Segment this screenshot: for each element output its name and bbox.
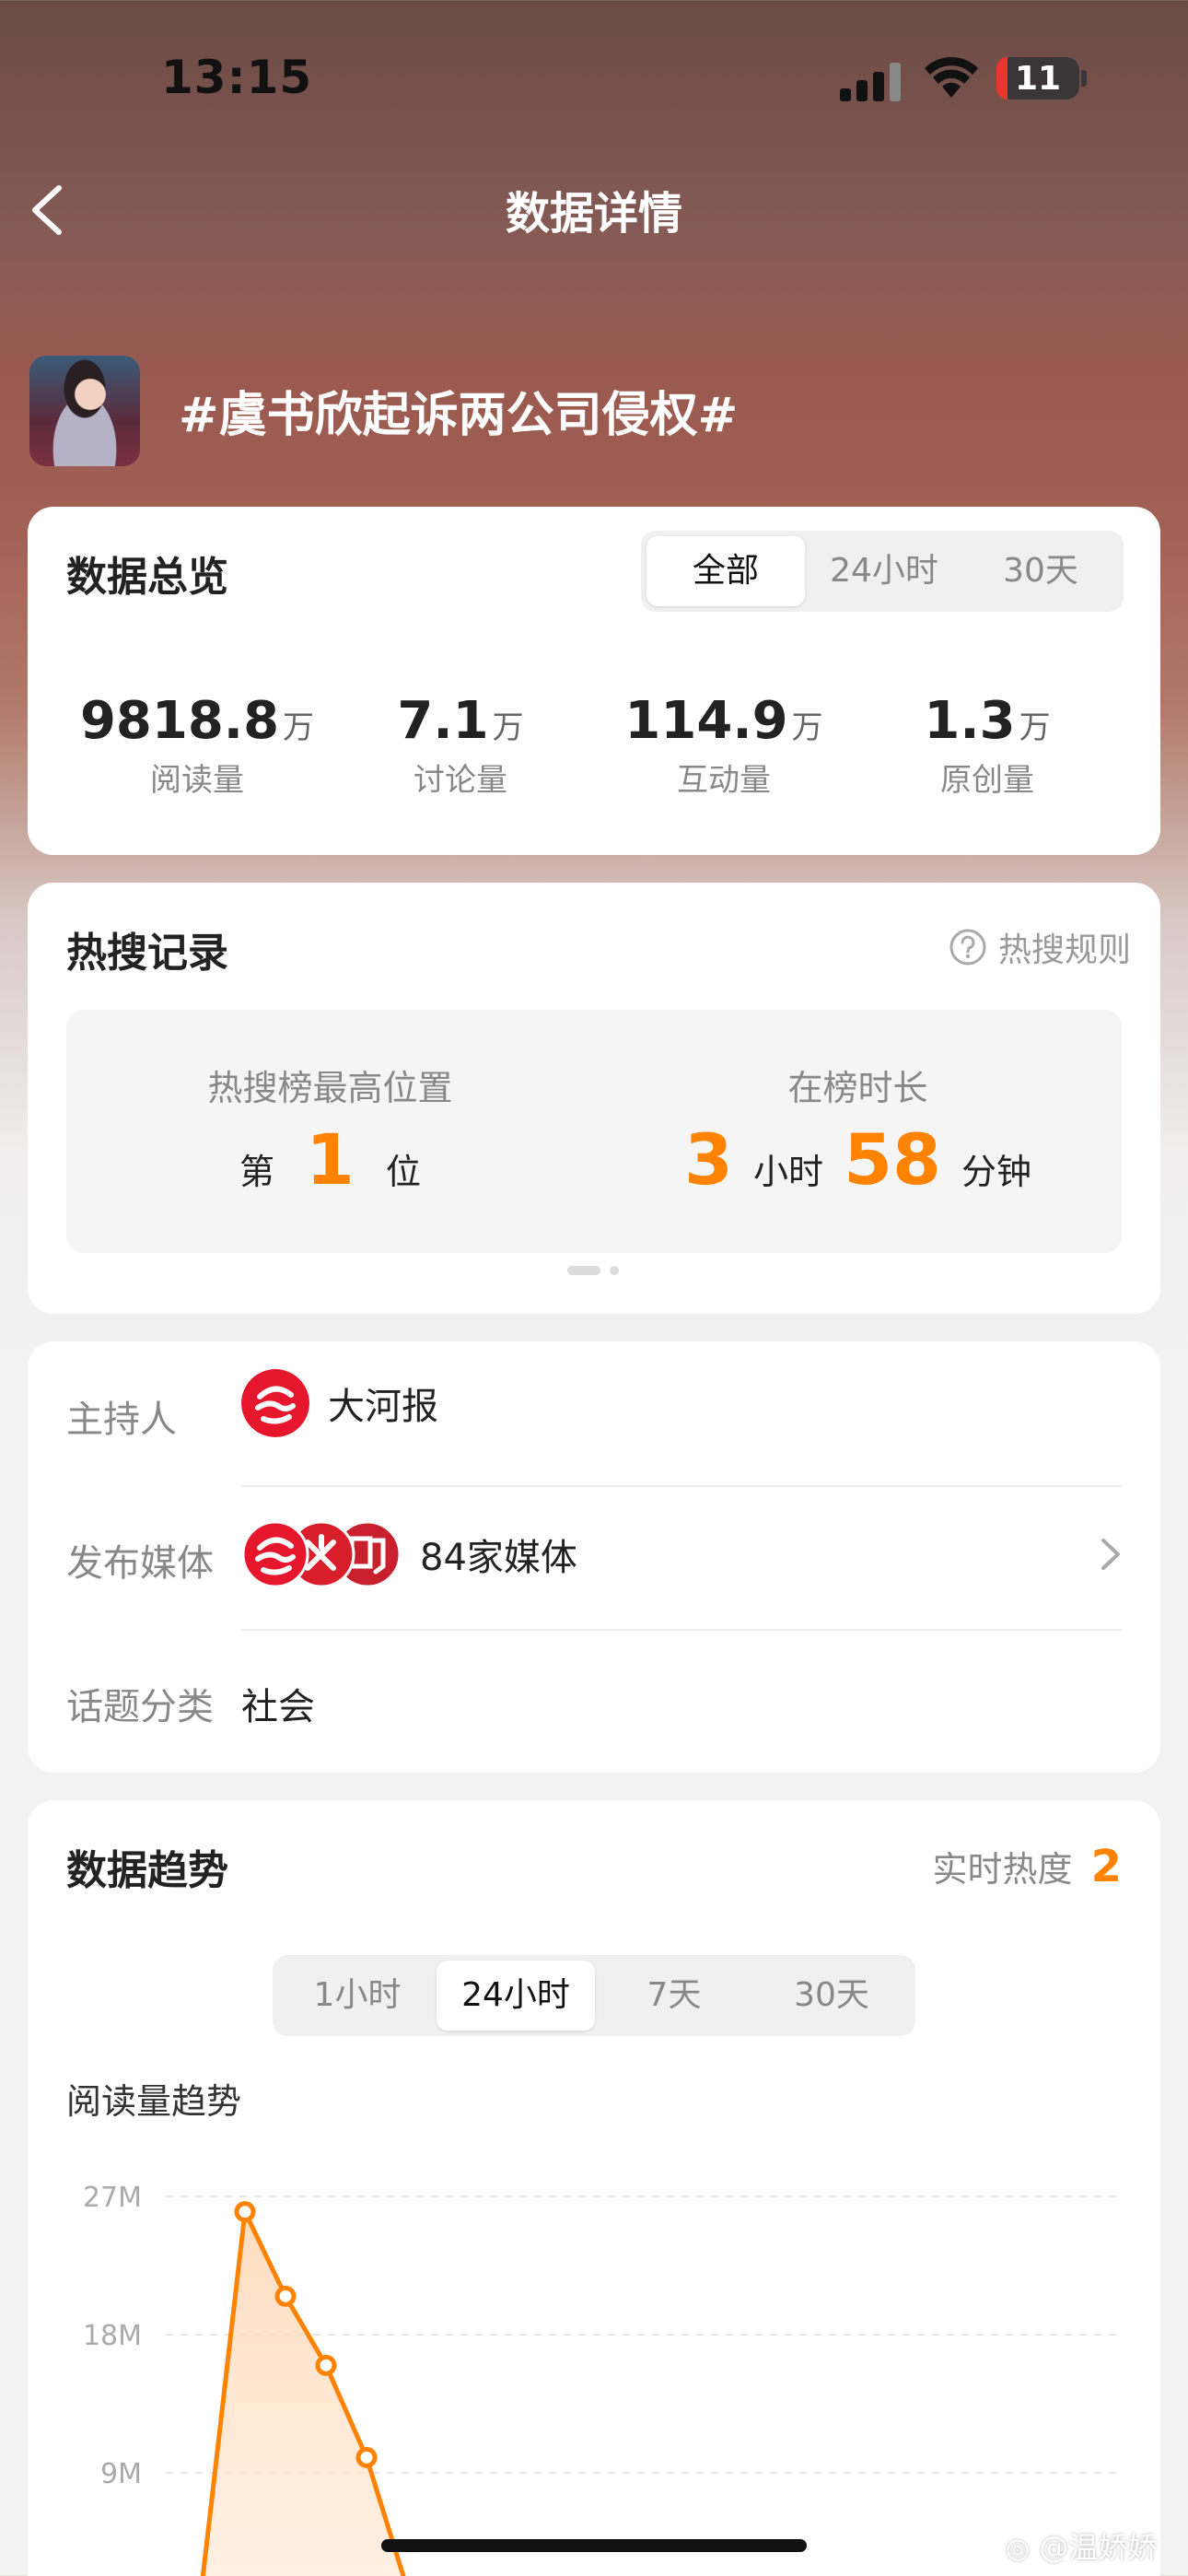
hot-search-title: 热搜记录 xyxy=(66,930,228,977)
read-trend-chart: 27M 18M 9M xyxy=(83,2182,1124,2576)
chart-y-tick-label: 9M xyxy=(100,2458,142,2490)
trend-tab-7d[interactable]: 7天 xyxy=(595,1961,753,2031)
peak-position: 第 1 位 xyxy=(66,1118,594,1200)
hot-search-card: 热搜记录 热搜规则 热搜榜最高位置 第 1 位 在榜时长 3 小时 58 分钟 xyxy=(28,883,1160,1314)
overview-tab-24h[interactable]: 24小时 xyxy=(805,536,963,606)
stat-discussions-unit: 万 xyxy=(492,709,524,746)
overview-tab-all[interactable]: 全部 xyxy=(646,536,805,606)
weibo-logo-icon: ◎ xyxy=(1006,2533,1031,2565)
help-circle-icon xyxy=(949,929,986,966)
status-time: 13:15 xyxy=(161,51,313,104)
stat-interactions-unit: 万 xyxy=(791,709,823,746)
stat-discussions-value: 7.1 xyxy=(397,691,489,751)
chevron-right-icon xyxy=(1101,1539,1120,1570)
overview-tab-30d[interactable]: 30天 xyxy=(963,536,1118,606)
trend-tab-24h[interactable]: 24小时 xyxy=(437,1961,595,2031)
duration-minutes-unit: 分钟 xyxy=(961,1152,1031,1192)
chart-y-tick-label: 18M xyxy=(83,2320,142,2352)
chart-data-point[interactable] xyxy=(315,2354,337,2376)
realtime-heat-label: 实时热度 xyxy=(932,1849,1073,1890)
media-count: 84家媒体 xyxy=(420,1537,577,1579)
battery-tip xyxy=(1081,70,1087,87)
peak-suffix: 位 xyxy=(386,1152,422,1192)
trend-tab-1h[interactable]: 1小时 xyxy=(278,1961,437,2031)
pager-dot xyxy=(610,1266,619,1275)
media-label: 发布媒体 xyxy=(66,1542,214,1585)
peak-position-label: 热搜榜最高位置 xyxy=(207,1068,453,1108)
cellular-signal-icon xyxy=(840,63,901,101)
overview-title: 数据总览 xyxy=(66,554,228,601)
chart-title: 阅读量趋势 xyxy=(66,2081,242,2122)
duration: 3 小时 58 分钟 xyxy=(594,1118,1122,1200)
category-value: 社会 xyxy=(241,1686,315,1728)
realtime-heat-value: 2 xyxy=(1090,1841,1122,1892)
topic-info-card: 主持人 大河报 发布媒体 84家媒体 话题分类 社会 xyxy=(28,1341,1160,1773)
dahebao-logo-icon xyxy=(241,1369,309,1437)
stat-discussions-label: 讨论量 xyxy=(413,762,507,799)
topic-avatar xyxy=(29,356,140,466)
chart-data-point[interactable] xyxy=(274,2285,297,2307)
media-row[interactable]: 84家媒体 xyxy=(241,1513,1122,1596)
stat-originals: 1.3 万 原创量 xyxy=(858,691,1116,800)
stat-interactions: 114.9 万 互动量 xyxy=(595,691,853,800)
divider xyxy=(241,1629,1122,1631)
stat-originals-unit: 万 xyxy=(1019,709,1051,746)
topic-title: #虞书欣起诉两公司侵权# xyxy=(179,388,739,443)
host-row[interactable]: 大河报 xyxy=(241,1369,438,1437)
duration-hours: 3 xyxy=(684,1118,733,1200)
trend-title: 数据趋势 xyxy=(66,1847,228,1894)
battery-level: 11 xyxy=(1014,59,1062,98)
hot-search-rules-label: 热搜规则 xyxy=(997,931,1131,969)
watermark-text: @温娇娇 xyxy=(1039,2530,1158,2565)
chart-data-point[interactable] xyxy=(355,2446,378,2468)
category-label: 话题分类 xyxy=(66,1686,214,1728)
chart-y-tick-label: 27M xyxy=(83,2182,142,2214)
chart-area xyxy=(203,2211,403,2576)
host-name: 大河报 xyxy=(328,1386,438,1428)
overview-card: 数据总览 全部 24小时 30天 9818.8 万 阅读量 7.1 万 讨论量 11… xyxy=(28,507,1160,855)
trend-tabs: 1小时 24小时 7天 30天 xyxy=(273,1955,915,2036)
hot-search-rules-link[interactable]: 热搜规则 xyxy=(949,923,1131,971)
duration-label: 在榜时长 xyxy=(787,1068,928,1108)
duration-hours-unit: 小时 xyxy=(753,1152,824,1192)
realtime-heat: 实时热度 2 xyxy=(932,1841,1122,1892)
trend-tab-30d[interactable]: 30天 xyxy=(753,1961,910,2031)
home-indicator xyxy=(381,2539,807,2552)
stat-originals-label: 原创量 xyxy=(940,762,1034,799)
peak-value: 1 xyxy=(306,1118,355,1200)
stat-reads-value: 9818.8 xyxy=(79,691,280,751)
stat-interactions-label: 互动量 xyxy=(677,762,771,799)
media-logo-1-icon xyxy=(241,1520,309,1588)
overview-tabs: 全部 24小时 30天 xyxy=(641,531,1124,612)
watermark: ◎ @温娇娇 xyxy=(1006,2524,1157,2567)
stat-reads-unit: 万 xyxy=(283,709,315,746)
divider xyxy=(241,1485,1122,1487)
battery-icon: 11 xyxy=(996,57,1079,100)
page-title: 数据详情 xyxy=(505,188,682,240)
trend-card: 数据趋势 实时热度 2 1小时 24小时 7天 30天 阅读量趋势 27M 18M… xyxy=(28,1800,1160,2576)
stat-interactions-value: 114.9 xyxy=(624,691,788,751)
stat-discussions: 7.1 万 讨论量 xyxy=(332,691,589,800)
chart-data-point[interactable] xyxy=(234,2201,256,2223)
peak-prefix: 第 xyxy=(239,1152,274,1192)
stat-reads-label: 阅读量 xyxy=(150,762,244,799)
stat-reads: 9818.8 万 阅读量 xyxy=(68,691,326,800)
wifi-icon xyxy=(925,57,978,98)
host-label: 主持人 xyxy=(66,1399,177,1441)
duration-minutes: 58 xyxy=(844,1118,941,1200)
hot-search-summary: 热搜榜最高位置 第 1 位 在榜时长 3 小时 58 分钟 xyxy=(66,1010,1122,1253)
stat-originals-value: 1.3 xyxy=(924,691,1016,751)
pager-dot-active xyxy=(567,1266,600,1275)
